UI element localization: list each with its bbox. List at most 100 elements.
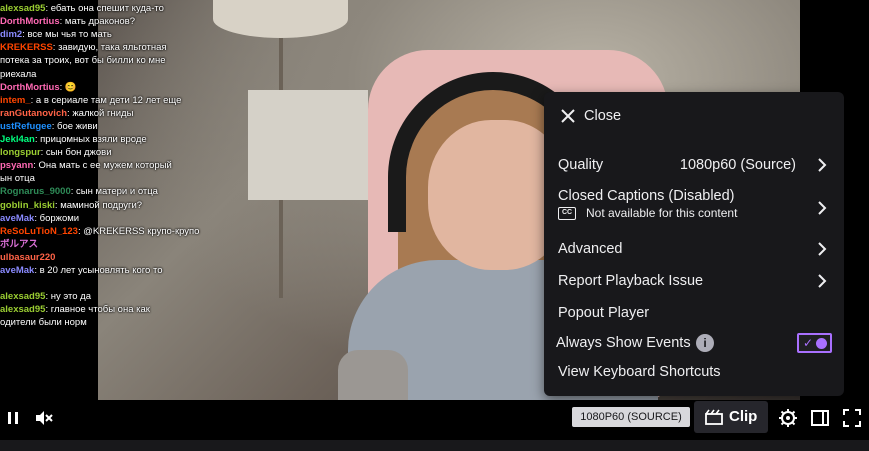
chat-message: риехала <box>0 68 215 82</box>
chat-message: aveMak: в 20 лет усыновлять кого то <box>0 264 215 278</box>
chat-text: все мы чья то мать <box>27 29 112 41</box>
menu-item-report-playback[interactable]: Report Playback Issue <box>544 270 844 292</box>
chat-text: завидую, така яльготная <box>58 42 167 54</box>
clip-button[interactable]: Clip <box>694 401 768 433</box>
theatre-mode-icon[interactable] <box>810 408 830 428</box>
chat-text: Она мать с ее мужем который <box>38 160 172 172</box>
chat-username[interactable]: ReSoLuTioN_123 <box>0 226 78 237</box>
settings-menu: Close Quality 1080p60 (Source) Closed Ca… <box>544 92 844 396</box>
chat-username[interactable]: ulbasaur220 <box>0 252 55 263</box>
chat-text: потека за троих, вот бы билли ко мне <box>0 55 166 67</box>
check-icon: ✓ <box>803 336 814 350</box>
chat-message: ustRefugee: бое живи <box>0 120 215 134</box>
info-icon[interactable]: i <box>696 334 714 352</box>
chat-message: alexsad95: ну это да <box>0 290 215 304</box>
clip-icon <box>705 409 723 425</box>
chat-username[interactable]: longspur <box>0 147 41 158</box>
chat-message: потека за троих, вот бы билли ко мне <box>0 54 215 68</box>
chat-message: goblin_kiski: маминой подруги? <box>0 199 215 213</box>
chat-text: мать драконов? <box>64 16 135 28</box>
chat-text: бое живи <box>57 120 98 132</box>
microphone <box>338 350 408 400</box>
chat-message: KREKERSS: завидую, така яльготная <box>0 41 215 55</box>
chat-text: ну это да <box>50 291 91 303</box>
chat-message: одители были норм <box>0 316 215 330</box>
chat-text: сын бон джови <box>45 147 112 159</box>
chat-text: ебать она спешит куда-то <box>50 3 164 14</box>
chat-overlay: alexsad95: ебать она спешит куда-то Dorth… <box>0 0 215 400</box>
chevron-right-icon <box>818 274 827 288</box>
chat-message: ulbasaur220 <box>0 251 215 265</box>
lamp <box>213 0 348 38</box>
chat-message: Rognarus_9000: сын матери и отца <box>0 185 215 199</box>
chat-username[interactable]: DorthMortius <box>0 82 60 93</box>
quality-label: Quality <box>558 157 604 173</box>
quality-value: 1080p60 (Source) <box>679 157 796 173</box>
chat-message: dim2: все мы чья то мать <box>0 28 215 42</box>
cabinet <box>248 90 368 200</box>
chat-message: DorthMortius: мать драконов? <box>0 15 215 29</box>
chat-message: ReSoLuTioN_123: @KREKERSS крупо-крупо <box>0 225 215 239</box>
chat-text: ын отца <box>0 173 35 185</box>
shortcuts-label: View Keyboard Shortcuts <box>558 364 721 380</box>
menu-item-advanced[interactable]: Advanced <box>544 238 844 260</box>
chat-message: Jekl4an: прицомных взяли вроде <box>0 133 215 147</box>
chevron-right-icon <box>818 158 827 172</box>
chat-text: а в сериале там дети 12 лет еще <box>35 94 182 106</box>
chat-username[interactable]: ranGutanovich <box>0 108 67 119</box>
captions-sub-text: Not available for this content <box>586 206 738 220</box>
captions-label: Closed Captions (Disabled) <box>558 188 735 204</box>
chevron-right-icon <box>818 242 827 256</box>
chat-username[interactable]: alexsad95 <box>0 291 45 302</box>
quality-badge: 1080P60 (SOURCE) <box>572 407 690 427</box>
chat-username[interactable]: Rognarus_9000 <box>0 186 71 197</box>
always-show-events-toggle[interactable]: ✓ <box>797 333 832 353</box>
captions-sublabel: CC Not available for this content <box>558 206 737 220</box>
chat-text: главное чтобы она как <box>50 304 150 316</box>
chat-username[interactable]: aveMak <box>0 265 34 276</box>
chat-username[interactable]: KREKERSS <box>0 42 53 53</box>
chat-message: alexsad95: главное чтобы она как <box>0 303 215 317</box>
chat-username[interactable]: ボルアス <box>0 239 38 250</box>
page-bottom-bar <box>0 440 869 451</box>
chat-text: в 20 лет усыновлять кого то <box>39 265 163 276</box>
menu-item-always-show-events: Always Show Events i ✓ <box>544 332 844 354</box>
settings-icon[interactable] <box>778 408 798 428</box>
chat-username[interactable]: aveMak <box>0 213 34 224</box>
chevron-right-icon <box>818 201 827 215</box>
chat-username[interactable]: psyann <box>0 160 33 171</box>
fullscreen-icon[interactable] <box>842 408 862 428</box>
chat-username[interactable]: dim2 <box>0 29 22 40</box>
chat-username[interactable]: alexsad95 <box>0 304 45 315</box>
chat-message: ranGutanovich: жалкой гниды <box>0 107 215 121</box>
chat-text: риехала <box>0 68 37 80</box>
chat-username[interactable]: intem_ <box>0 95 31 106</box>
chat-message <box>0 277 215 291</box>
clip-label: Clip <box>729 408 758 425</box>
close-icon <box>561 109 575 123</box>
menu-item-keyboard-shortcuts[interactable]: View Keyboard Shortcuts <box>544 361 844 383</box>
chat-message: DorthMortius: 😊 <box>0 81 215 95</box>
player-controls: 1080P60 (SOURCE) Clip <box>0 400 869 435</box>
toggle-knob <box>816 338 827 349</box>
chat-text: @KREKERSS крупо-крупо <box>83 225 200 237</box>
chat-text: одители были норм <box>0 317 87 329</box>
chat-username[interactable]: ustRefugee <box>0 121 52 132</box>
close-button[interactable]: Close <box>544 104 844 128</box>
chat-username[interactable]: goblin_kiski <box>0 200 55 211</box>
chat-text: 😊 <box>64 81 77 93</box>
chat-message: longspur: сын бон джови <box>0 146 215 160</box>
chat-text: маминой подруги? <box>60 199 143 211</box>
pause-icon[interactable] <box>3 408 23 428</box>
closed-captions-icon: CC <box>558 206 576 220</box>
chat-username[interactable]: Jekl4an <box>0 134 35 145</box>
popout-label: Popout Player <box>558 305 650 321</box>
chat-text: жалкой гниды <box>72 107 134 119</box>
chat-text: сын матери и отца <box>76 186 158 198</box>
menu-item-popout[interactable]: Popout Player <box>544 302 844 324</box>
chat-message: ын отца <box>0 172 215 186</box>
chat-username[interactable]: DorthMortius <box>0 16 60 27</box>
menu-item-quality[interactable]: Quality 1080p60 (Source) <box>544 154 844 176</box>
mute-icon[interactable] <box>34 408 54 428</box>
chat-username[interactable]: alexsad95 <box>0 3 45 14</box>
